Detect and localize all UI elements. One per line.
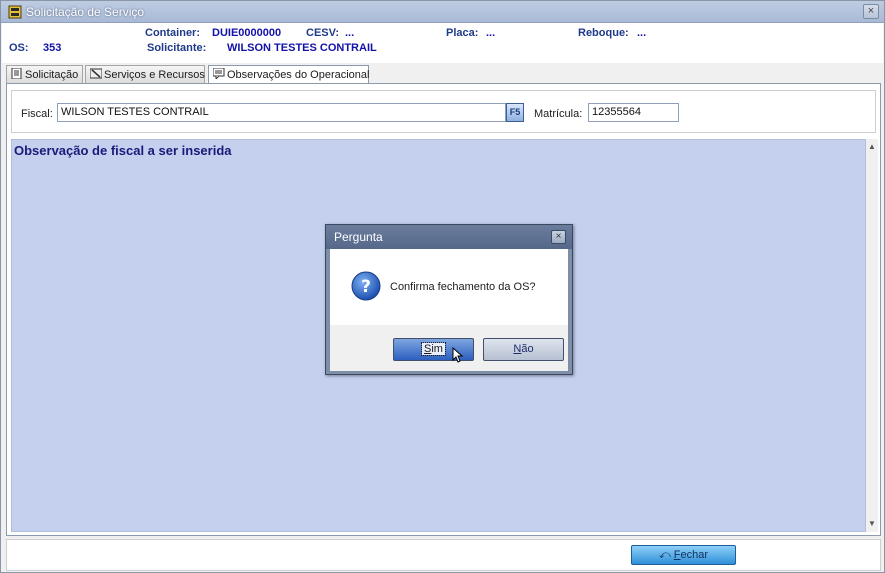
container-value: DUIE0000000 bbox=[212, 27, 282, 39]
fiscal-group: Fiscal: WILSON TESTES CONTRAIL F5 Matríc… bbox=[11, 90, 876, 133]
observation-text: Observação de fiscal a ser inserida bbox=[14, 143, 232, 158]
matricula-field[interactable]: 12355564 bbox=[588, 103, 679, 122]
tab-strip: Solicitação Serviços e Recursos Observaç… bbox=[6, 65, 876, 84]
dialog-title-bar: Pergunta × bbox=[326, 225, 572, 249]
comment-icon bbox=[213, 68, 225, 79]
placa-value: ... bbox=[486, 27, 496, 39]
fiscal-field[interactable]: WILSON TESTES CONTRAIL bbox=[57, 103, 506, 122]
app-icon bbox=[8, 5, 22, 19]
observation-scrollbar[interactable]: ▲ ▼ bbox=[866, 139, 878, 532]
solicitante-label: Solicitante: bbox=[147, 42, 207, 54]
title-bar: Solicitação de Serviço × bbox=[1, 1, 884, 23]
reboque-label: Reboque: bbox=[578, 27, 629, 39]
solicitante-value: WILSON TESTES CONTRAIL bbox=[227, 42, 377, 54]
dialog-title: Pergunta bbox=[334, 230, 383, 244]
tab-observacoes-label: Observações do Operacional bbox=[227, 69, 370, 81]
close-form-label: echar bbox=[680, 549, 709, 561]
cesv-label: CESV: bbox=[306, 27, 340, 39]
tab-servicos-recursos[interactable]: Serviços e Recursos bbox=[85, 65, 205, 83]
fiscal-lookup-button[interactable]: F5 bbox=[506, 103, 524, 122]
tab-solicitacao[interactable]: Solicitação bbox=[6, 65, 83, 83]
document-icon bbox=[11, 68, 22, 79]
placa-label: Placa: bbox=[446, 27, 479, 39]
dialog-close-button[interactable]: × bbox=[551, 230, 566, 244]
footer-bar: ⤺ Fechar bbox=[6, 539, 881, 571]
dialog-message: Confirma fechamento da OS? bbox=[390, 281, 536, 293]
tab-servicos-label: Serviços e Recursos bbox=[104, 69, 205, 81]
tab-solicitacao-label: Solicitação bbox=[25, 69, 79, 81]
window-title: Solicitação de Serviço bbox=[26, 5, 145, 19]
dialog-body: ? Confirma fechamento da OS? bbox=[330, 249, 568, 325]
tools-icon bbox=[90, 68, 102, 79]
container-label: Container: bbox=[145, 27, 200, 39]
yes-button-label: Sim bbox=[421, 342, 446, 356]
mouse-cursor-icon bbox=[452, 347, 464, 363]
no-button-label: ão bbox=[521, 343, 534, 355]
service-header: Container: DUIE0000000 CESV: ... Placa: … bbox=[2, 23, 883, 63]
tab-observacoes[interactable]: Observações do Operacional bbox=[208, 65, 369, 84]
reboque-value: ... bbox=[637, 27, 647, 39]
scroll-down-icon[interactable]: ▼ bbox=[866, 518, 878, 530]
os-value: 353 bbox=[43, 42, 62, 54]
close-form-accel: F bbox=[673, 549, 681, 561]
fiscal-label: Fiscal: bbox=[21, 108, 53, 120]
scroll-up-icon[interactable]: ▲ bbox=[866, 141, 878, 153]
matricula-label: Matrícula: bbox=[534, 108, 583, 120]
confirm-dialog: Pergunta × ? Confirma fechamento da OS? … bbox=[325, 224, 573, 375]
no-button[interactable]: Não bbox=[483, 338, 564, 361]
question-icon: ? bbox=[351, 271, 381, 301]
dialog-button-bar: Sim Não bbox=[330, 325, 568, 371]
cesv-value: ... bbox=[345, 27, 355, 39]
undo-arrow-icon: ⤺ bbox=[658, 549, 671, 561]
svg-text:?: ? bbox=[361, 277, 371, 297]
window-close-button[interactable]: × bbox=[863, 4, 879, 19]
close-form-button[interactable]: ⤺ Fechar bbox=[631, 545, 736, 565]
os-label: OS: bbox=[9, 42, 29, 54]
